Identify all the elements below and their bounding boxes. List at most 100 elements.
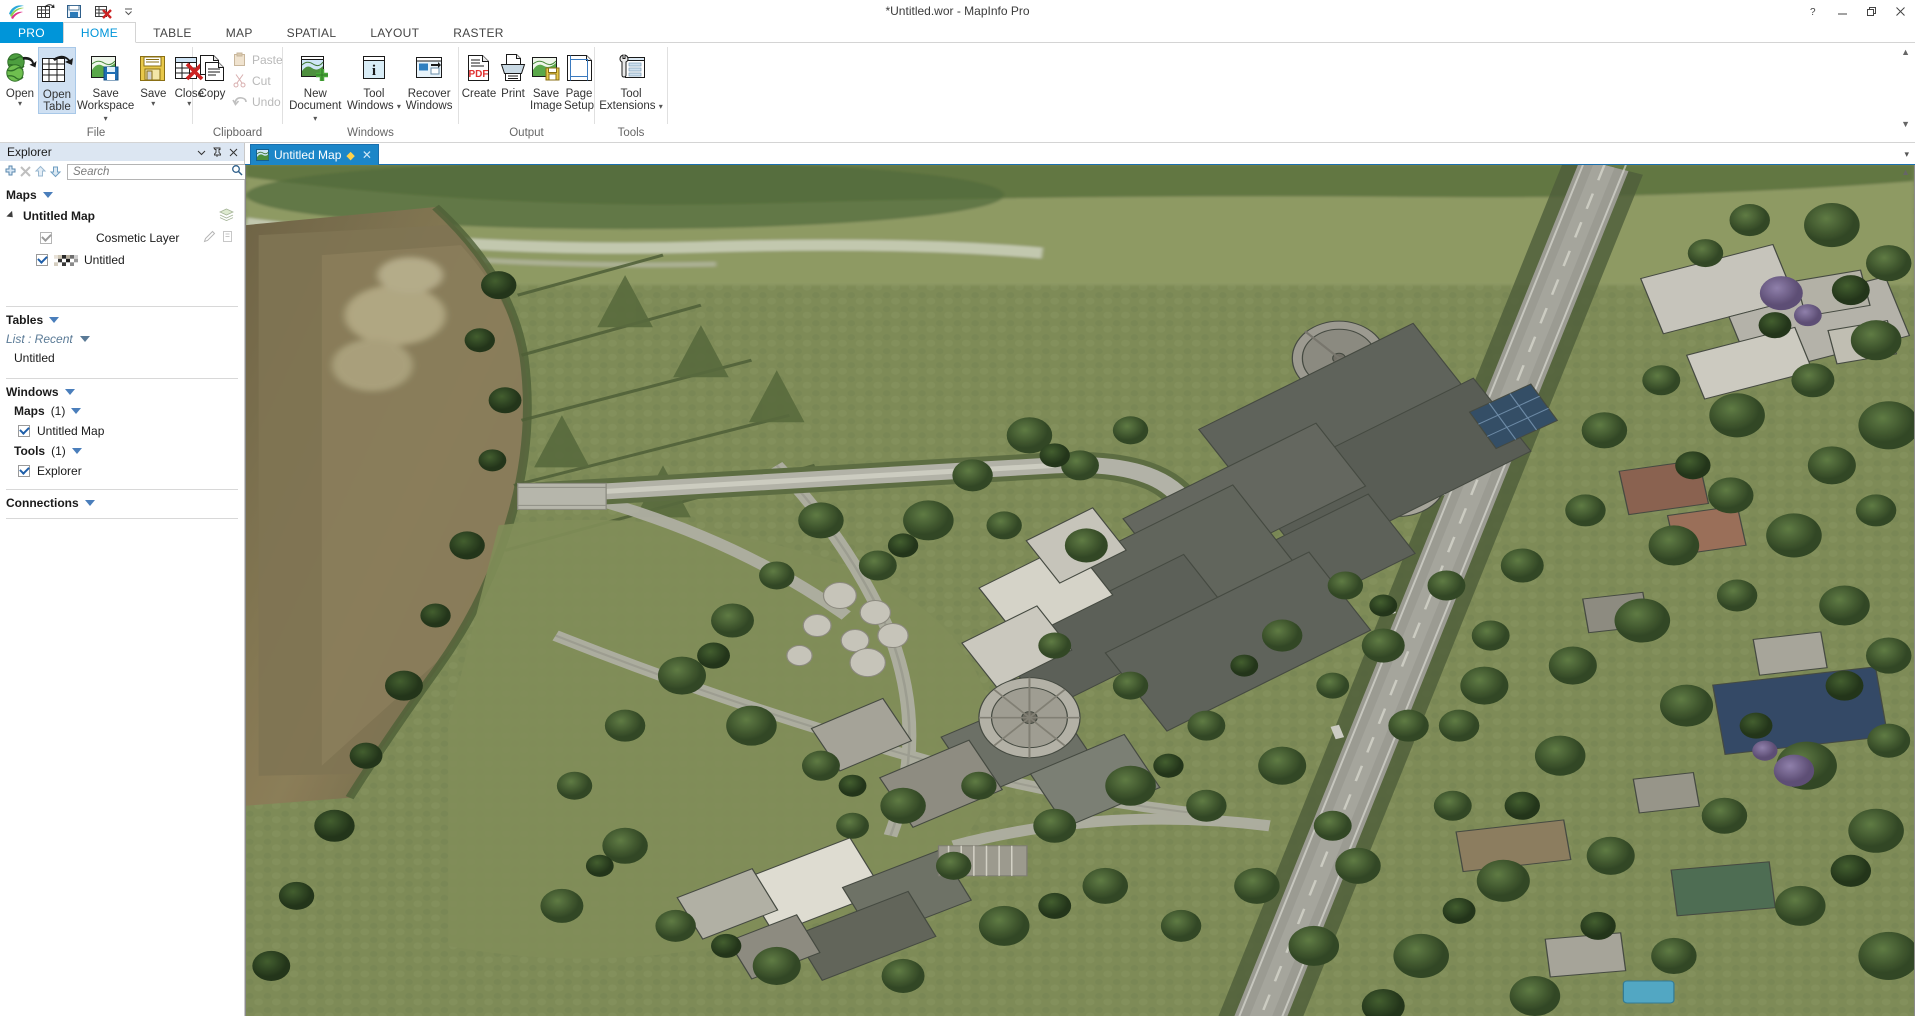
tool-windows-button[interactable]: i Tool Windows ▾ — [346, 47, 403, 113]
save-button-caret-icon[interactable]: ▾ — [151, 100, 155, 108]
windows-section-chevron-icon[interactable] — [64, 389, 75, 395]
layer-untitled-visible-checkbox[interactable] — [36, 254, 48, 266]
search-input[interactable] — [71, 164, 231, 179]
remove-layer-icon[interactable] — [19, 163, 32, 180]
tables-list-filter-chevron-icon[interactable] — [79, 335, 90, 342]
save-table-qat-icon[interactable] — [65, 3, 84, 20]
explorer-close-icon[interactable] — [225, 144, 241, 160]
copy-icon — [196, 50, 228, 86]
customize-quick-access-icon[interactable] — [123, 3, 134, 20]
table-untitled-row[interactable]: Untitled — [0, 348, 244, 368]
window-explorer-row[interactable]: Explorer — [0, 461, 244, 481]
layer-properties-icon[interactable] — [221, 230, 234, 246]
save-workspace-button[interactable]: Save Workspace ▾ — [76, 47, 135, 125]
tables-section-chevron-icon[interactable] — [49, 317, 60, 323]
ribbon-group-windows: New Document ▾ i Tool Windows ▾ Recover … — [283, 43, 458, 142]
layer-cosmetic-tools[interactable] — [203, 230, 244, 246]
untitled-map-expander-icon[interactable] — [6, 210, 16, 221]
open-table-button[interactable]: Open Table — [38, 47, 76, 114]
explorer-section-connections[interactable]: Connections — [0, 494, 244, 512]
tables-list-filter[interactable]: List : Recent — [0, 329, 244, 348]
help-button[interactable]: ? — [1799, 0, 1828, 22]
tool-windows-caret-icon[interactable]: ▾ — [397, 102, 401, 111]
document-tab-overflow-icon[interactable]: ▾ — [1904, 149, 1915, 160]
close-table-qat-icon[interactable] — [94, 3, 113, 20]
explorer-section-tables[interactable]: Tables — [0, 311, 244, 329]
raster-swatch-icon — [54, 254, 78, 266]
windows-tools-group[interactable]: Tools (1) — [0, 441, 244, 461]
layer-cosmetic-visible-checkbox[interactable] — [40, 232, 52, 244]
close-button[interactable] — [1886, 0, 1915, 22]
search-icon[interactable] — [231, 163, 243, 181]
save-button[interactable]: Save ▾ — [135, 47, 171, 108]
tool-extensions-label-line2: Extensions — [599, 100, 656, 112]
tab-map[interactable]: MAP — [209, 22, 270, 43]
windows-maps-group-chevron-icon[interactable] — [71, 408, 82, 414]
window-explorer-checkbox[interactable] — [18, 465, 30, 477]
layer-untitled-row[interactable]: Untitled — [0, 249, 244, 271]
edit-layer-icon[interactable] — [203, 230, 216, 246]
quick-access-toolbar[interactable] — [0, 3, 134, 20]
layer-cosmetic-label: Cosmetic Layer — [96, 231, 180, 245]
ribbon-scroll-up-icon[interactable]: ▲ — [1901, 47, 1910, 57]
ribbon-group-label-file: File — [86, 127, 106, 139]
print-button[interactable]: Print — [497, 47, 529, 100]
windows-maps-group[interactable]: Maps (1) — [0, 401, 244, 421]
explorer-search-box[interactable] — [67, 163, 247, 181]
add-layer-icon[interactable] — [4, 163, 17, 180]
create-pdf-button[interactable]: PDF Create — [461, 47, 497, 100]
undo-button[interactable]: Undo — [229, 91, 289, 112]
ribbon-scroll-down-icon[interactable]: ▼ — [1901, 119, 1910, 129]
tab-table[interactable]: TABLE — [136, 22, 209, 43]
tab-untitled-map[interactable]: Untitled Map ◆ ✕ — [250, 144, 379, 165]
tab-raster[interactable]: RASTER — [436, 22, 520, 43]
open-table-qat-icon[interactable] — [36, 3, 55, 20]
explorer-pin-icon[interactable] — [209, 144, 225, 160]
layer-list-icon[interactable] — [219, 208, 234, 224]
map-layer-tools[interactable] — [219, 208, 244, 224]
tool-extensions-caret-icon[interactable]: ▾ — [659, 102, 663, 111]
open-button[interactable]: Open ▾ — [2, 47, 38, 108]
move-layer-up-icon[interactable] — [34, 163, 47, 180]
recover-windows-button[interactable]: Recover Windows — [402, 47, 456, 112]
window-title: *Untitled.wor - MapInfo Pro — [885, 4, 1030, 18]
tool-extensions-label-line1: Tool — [620, 88, 642, 100]
ribbon-tab-strip[interactable]: PRO HOME TABLE MAP SPATIAL LAYOUT RASTER — [0, 22, 1915, 43]
window-untitled-map-row[interactable]: Untitled Map — [0, 421, 244, 441]
new-document-caret-icon[interactable]: ▾ — [313, 114, 317, 123]
title-bar: *Untitled.wor - MapInfo Pro ? — [0, 0, 1915, 22]
tab-home[interactable]: HOME — [62, 22, 137, 43]
document-tab-bar[interactable]: Untitled Map ◆ ✕ ▾ — [245, 143, 1915, 165]
cut-button[interactable]: Cut — [229, 70, 289, 91]
tab-layout[interactable]: LAYOUT — [353, 22, 436, 43]
tool-extensions-button[interactable]: Tool Extensions ▾ — [597, 47, 665, 113]
window-controls[interactable]: ? — [1799, 0, 1915, 22]
explorer-menu-button[interactable] — [193, 144, 209, 160]
minimize-button[interactable] — [1828, 0, 1857, 22]
map-scroll-up-icon[interactable]: ▲ — [1901, 167, 1910, 177]
save-image-button[interactable]: Save Image — [529, 47, 563, 112]
save-workspace-caret-icon[interactable]: ▾ — [104, 114, 108, 123]
map-image[interactable] — [246, 165, 1914, 1016]
page-setup-button[interactable]: Page Setup — [563, 47, 595, 112]
tab-pro[interactable]: PRO — [0, 22, 63, 43]
layer-cosmetic-row[interactable]: Cosmetic Layer — [0, 227, 244, 249]
tab-close-icon[interactable]: ✕ — [362, 148, 372, 162]
move-layer-down-icon[interactable] — [49, 163, 62, 180]
untitled-map-node[interactable]: Untitled Map — [0, 204, 244, 227]
paste-button[interactable]: Paste — [229, 49, 289, 70]
restore-button[interactable] — [1857, 0, 1886, 22]
connections-section-chevron-icon[interactable] — [84, 500, 95, 506]
windows-tools-group-chevron-icon[interactable] — [71, 448, 82, 454]
explorer-section-maps[interactable]: Maps — [0, 182, 244, 204]
window-untitled-map-checkbox[interactable] — [18, 425, 30, 437]
explorer-section-windows[interactable]: Windows — [0, 383, 244, 401]
copy-button[interactable]: Copy — [195, 47, 229, 100]
ribbon-group-label-tools: Tools — [617, 127, 645, 139]
open-button-caret-icon[interactable]: ▾ — [18, 100, 22, 108]
close-button-caret-icon[interactable]: ▾ — [187, 100, 191, 108]
new-document-button[interactable]: New Document ▾ — [285, 47, 346, 125]
aerial-imagery-map[interactable]: ▲ — [245, 165, 1915, 1016]
tab-spatial[interactable]: SPATIAL — [270, 22, 354, 43]
maps-section-chevron-icon[interactable] — [42, 192, 53, 198]
